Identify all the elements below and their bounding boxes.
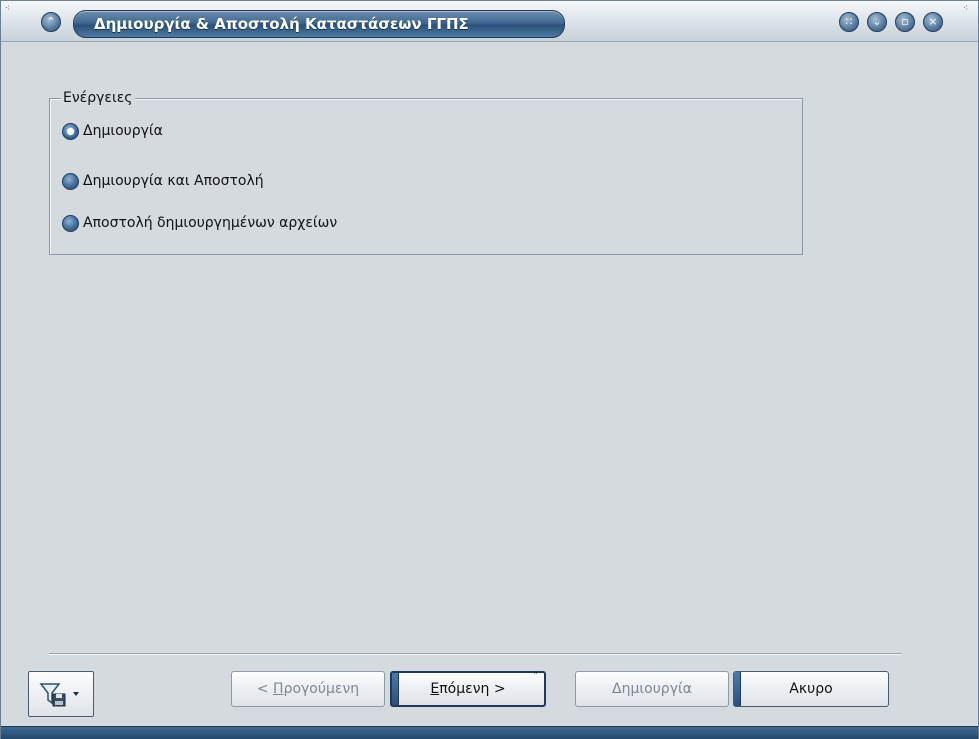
help-button[interactable]: ∷ <box>839 12 859 32</box>
grip-icon: ⁖ <box>5 4 11 14</box>
previous-button[interactable]: < Προγούμενη <box>231 671 385 707</box>
title-bar[interactable]: ⁖ ⌃ Δημιουργία & Αποστολή Καταστάσεων ΓΓ… <box>1 1 978 42</box>
title-pill: Δημιουργία & Αποστολή Καταστάσεων ΓΓΠΣ <box>73 10 565 38</box>
footer-separator <box>49 653 902 655</box>
actions-group-legend: Ενέργειες <box>61 90 135 106</box>
system-menu-button[interactable]: ⌃ <box>41 12 61 32</box>
radio-create-label: Δημιουργία <box>83 123 163 139</box>
radio-create-indicator[interactable] <box>62 122 79 140</box>
grip-icon-right: ⁖ <box>963 4 969 14</box>
radio-create-and-send-indicator[interactable] <box>62 172 79 190</box>
previous-rest: ρογούμενη <box>283 681 360 697</box>
restore-icon: ▫ <box>901 15 909 28</box>
close-button[interactable]: × <box>923 12 943 32</box>
previous-prefix: < <box>256 681 274 697</box>
maximize-button[interactable]: ▫ <box>895 12 915 32</box>
minimize-button[interactable]: ⌄ <box>867 12 887 32</box>
next-button[interactable]: Επόμενη > ¨ <box>390 671 546 707</box>
minimize-icon: ⌄ <box>872 15 882 28</box>
wizard-window: ⁖ ⌃ Δημιουργία & Αποστολή Καταστάσεων ΓΓ… <box>0 0 979 739</box>
cancel-label: Ακυρο <box>789 681 833 697</box>
next-button-accent <box>392 673 399 705</box>
radio-send-created-files-indicator[interactable] <box>62 214 79 232</box>
create-button[interactable]: Δημιουργία <box>575 671 729 707</box>
filter-save-button[interactable] <box>28 671 94 717</box>
radio-send-created-files[interactable]: Αποστολή δημιουργημένων αρχείων <box>62 213 337 233</box>
dots-icon: ∷ <box>845 15 853 28</box>
window-title: Δημιουργία & Αποστολή Καταστάσεων ΓΓΠΣ <box>94 15 469 33</box>
chevron-down-icon <box>73 692 79 696</box>
radio-send-created-files-label: Αποστολή δημιουργημένων αρχείων <box>83 215 338 231</box>
radio-create-and-send-label: Δημιουργία και Αποστολή <box>83 173 264 189</box>
next-hint-icon: ¨ <box>533 672 538 683</box>
next-rest: πόμενη > <box>439 681 506 697</box>
create-label: Δημιουργία <box>612 681 692 697</box>
close-icon: × <box>928 15 938 28</box>
radio-create-and-send[interactable]: Δημιουργία και Αποστολή <box>62 171 264 191</box>
cancel-button-accent <box>734 672 741 706</box>
previous-mnemonic: Π <box>273 681 284 697</box>
next-mnemonic: Ε <box>430 681 440 697</box>
system-menu-icon: ⌃ <box>46 15 56 28</box>
filter-save-icon <box>39 683 79 707</box>
bottom-bar <box>1 726 978 739</box>
cancel-button[interactable]: Ακυρο <box>733 671 889 707</box>
radio-create[interactable]: Δημιουργία <box>62 121 163 141</box>
